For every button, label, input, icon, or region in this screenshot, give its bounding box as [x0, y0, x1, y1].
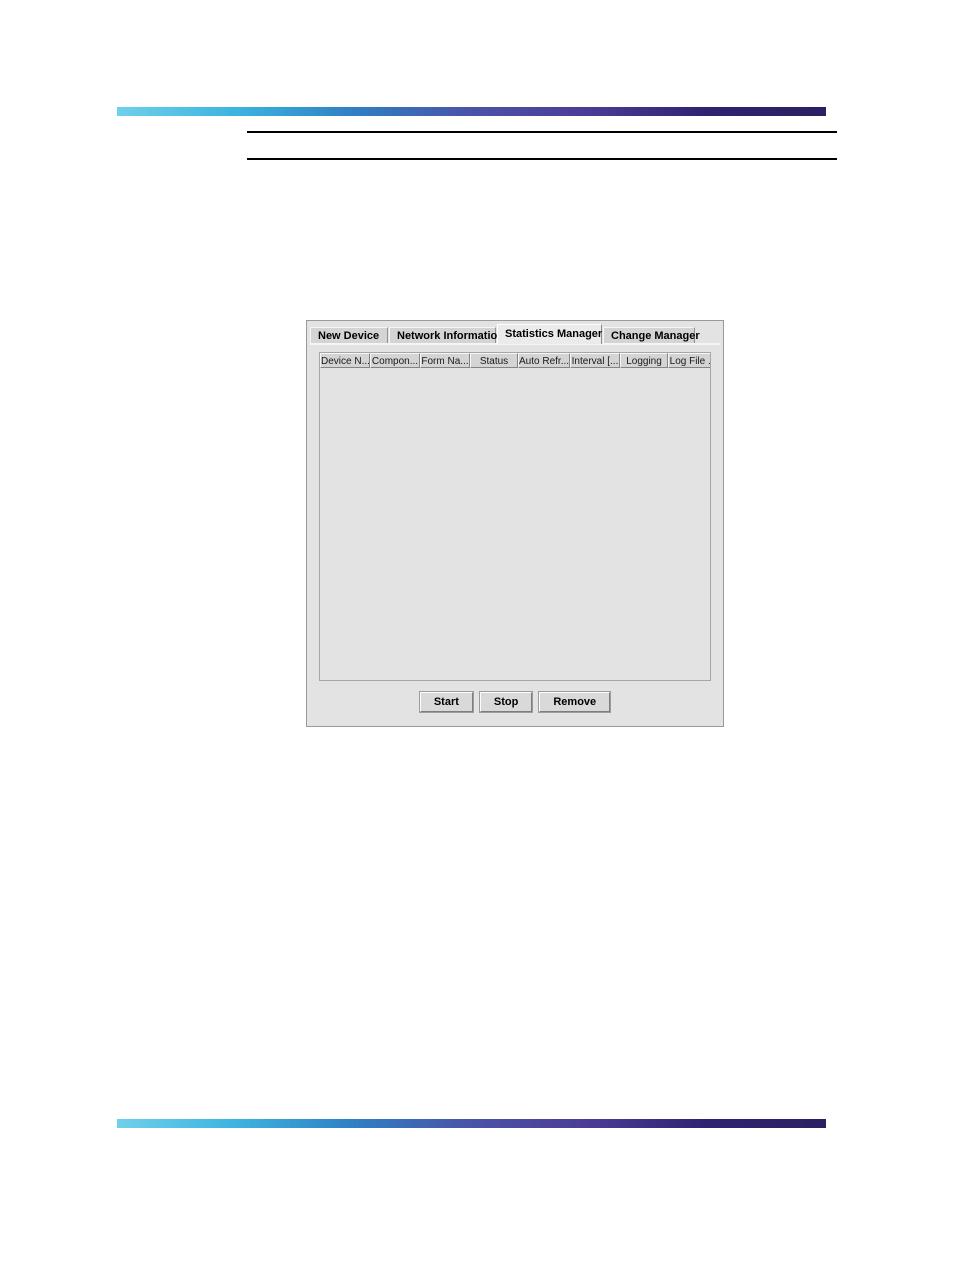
remove-button[interactable]: Remove — [539, 692, 611, 712]
statistics-manager-window: New Device Network Information Statistic… — [306, 320, 724, 727]
stop-button[interactable]: Stop — [479, 692, 533, 712]
start-button[interactable]: Start — [419, 692, 473, 712]
footer-gradient-rule — [117, 1119, 826, 1128]
column-header-logging[interactable]: Logging — [620, 353, 668, 368]
header-gradient-rule — [117, 107, 826, 116]
column-header-status[interactable]: Status — [470, 353, 518, 368]
column-header-auto-refresh[interactable]: Auto Refr... — [518, 353, 570, 368]
tab-network-information[interactable]: Network Information — [389, 327, 504, 344]
column-header-form-name[interactable]: Form Na... — [420, 353, 470, 368]
statistics-table[interactable]: Device N... Compon... Form Na... Status … — [319, 352, 711, 681]
column-header-log-file[interactable]: Log File ... — [668, 353, 710, 368]
tab-new-device[interactable]: New Device — [310, 327, 388, 344]
tab-change-manager[interactable]: Change Manager — [603, 327, 700, 344]
header-divider-top — [247, 131, 837, 133]
table-body-empty[interactable] — [320, 368, 710, 680]
table-header-row: Device N... Compon... Form Na... Status … — [320, 353, 710, 368]
header-divider-bottom — [247, 158, 837, 160]
tab-bar: New Device Network Information Statistic… — [310, 324, 720, 344]
action-button-row: Start Stop Remove — [310, 692, 720, 712]
statistics-manager-panel: Device N... Compon... Form Na... Status … — [310, 344, 720, 723]
column-header-device-name[interactable]: Device N... — [320, 353, 370, 368]
column-header-interval[interactable]: Interval [... — [570, 353, 620, 368]
tab-statistics-manager[interactable]: Statistics Manager — [497, 324, 602, 344]
column-header-component[interactable]: Compon... — [370, 353, 420, 368]
